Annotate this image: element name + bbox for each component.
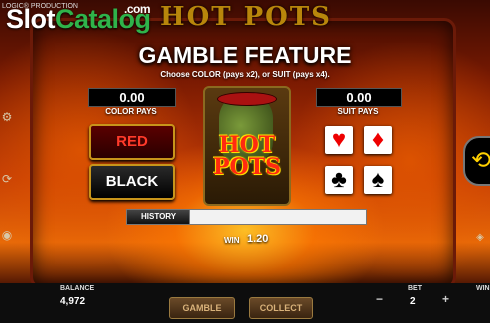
bottom-win-label: WIN: [476, 285, 490, 292]
gamble-card: HOT POTS: [203, 86, 291, 206]
gamble-title: GAMBLE FEATURE: [138, 42, 352, 68]
card-logo: HOT POTS: [213, 132, 281, 180]
bet-decrease-button[interactable]: −: [376, 292, 383, 306]
info-icon[interactable]: ⚙: [0, 110, 14, 124]
turbo-icon[interactable]: ◈: [470, 232, 490, 243]
color-pays-label: COLOR PAYS: [105, 107, 157, 116]
color-pays-value: 0.00: [88, 88, 176, 107]
bet-label: BET: [408, 285, 422, 292]
game-logo: HOT POTS: [160, 2, 332, 32]
gamble-subtitle: Choose COLOR (pays x2), or SUIT (pays x4…: [160, 70, 330, 79]
balance-label: BALANCE: [60, 285, 95, 292]
pot-lid-icon: [217, 92, 277, 106]
black-button[interactable]: BLACK: [89, 164, 175, 200]
bet-increase-button[interactable]: +: [442, 292, 449, 306]
win-value: 1.20: [247, 233, 269, 245]
slotcatalog-watermark: SlotCatalog .com: [6, 2, 151, 35]
suit-pays-value: 0.00: [316, 88, 402, 107]
diamonds-button[interactable]: ♦: [364, 126, 392, 154]
game-background: LOGIC® PRODUCTION HOT POTS SlotCatalog .…: [0, 0, 490, 323]
watermark-suffix: .com: [124, 2, 151, 16]
gamble-button[interactable]: GAMBLE: [169, 297, 235, 319]
bet-value: 2: [410, 296, 416, 307]
hearts-button[interactable]: ♥: [325, 126, 353, 154]
red-button[interactable]: RED: [89, 124, 175, 160]
spades-button[interactable]: ♠: [364, 166, 392, 194]
autoplay-icon[interactable]: ⟳: [0, 172, 14, 186]
collect-button[interactable]: COLLECT: [249, 297, 313, 319]
spin-icon[interactable]: ⟲: [463, 136, 490, 186]
history-bar: [189, 209, 367, 225]
settings-icon[interactable]: ◉: [0, 228, 14, 242]
suit-pays-label: SUIT PAYS: [337, 107, 379, 116]
history-label: HISTORY: [126, 209, 190, 225]
balance-value: 4,972: [60, 296, 86, 307]
win-label: WIN: [224, 236, 240, 245]
clubs-button[interactable]: ♣: [325, 166, 353, 194]
watermark-slot: Slot: [6, 4, 56, 34]
